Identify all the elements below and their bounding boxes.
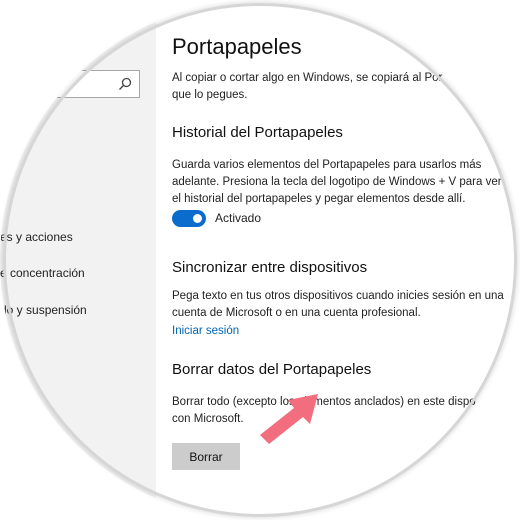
pointer-arrow-icon [260, 394, 318, 444]
history-section-title: Historial del Portapapeles [172, 124, 343, 141]
history-desc-line: el historial del portapapeles y pegar el… [172, 193, 466, 205]
clear-button[interactable]: Borrar [172, 443, 240, 470]
sync-description: Pega texto en tus otros dispositivos cua… [172, 288, 504, 322]
clear-section-title: Borrar datos del Portapapeles [172, 361, 372, 378]
sync-desc-line: cuenta de Microsoft o en una cuenta prof… [172, 307, 421, 319]
sync-section-title: Sincronizar entre dispositivos [172, 259, 368, 276]
sidebar-item-focus-assist[interactable]: e concentración [0, 266, 85, 280]
search-input[interactable] [0, 70, 140, 98]
intro-text: Al copiar o cortar algo en Windows, se c… [172, 70, 502, 104]
clear-desc-line: Borrar todo (excepto los elementos ancla… [172, 396, 476, 408]
clear-desc-line: con Microsoft. [172, 413, 244, 425]
toggle-state-label: Activado [215, 211, 262, 225]
settings-sidebar: es y acciones e concentración do y suspe… [0, 0, 156, 520]
intro-line: Al copiar o cortar algo en Windows, se c… [172, 72, 443, 84]
toggle-knob [193, 214, 202, 223]
search-icon[interactable] [117, 76, 133, 92]
circular-crop: es y acciones e concentración do y suspe… [0, 0, 520, 520]
page-title: Portapapeles [172, 34, 302, 59]
clear-description: Borrar todo (excepto los elementos ancla… [172, 394, 502, 428]
history-desc-line: adelante. Presiona la tecla del logotipo… [172, 176, 502, 188]
sidebar-item-power-sleep[interactable]: do y suspensión [0, 303, 87, 317]
screenshot-stage: es y acciones e concentración do y suspe… [0, 0, 520, 520]
sign-in-link[interactable]: Iniciar sesión [172, 325, 239, 337]
intro-line: que lo pegues. [172, 89, 248, 101]
sidebar-item-notifications[interactable]: es y acciones [0, 230, 73, 244]
history-desc-line: Guarda varios elementos del Portapapeles… [172, 159, 482, 171]
sync-desc-line: Pega texto en tus otros dispositivos cua… [172, 290, 504, 302]
history-description: Guarda varios elementos del Portapapeles… [172, 157, 502, 208]
sidebar-item-storage[interactable]: to [0, 340, 10, 354]
clipboard-history-toggle[interactable] [172, 210, 206, 227]
